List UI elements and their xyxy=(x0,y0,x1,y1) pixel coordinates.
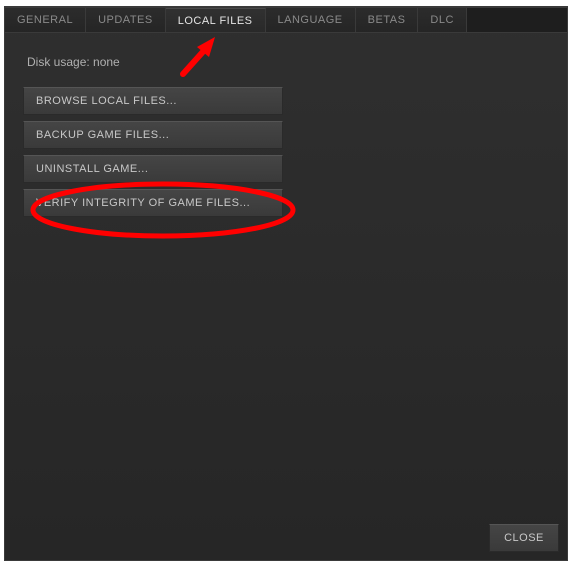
tab-dlc[interactable]: DLC xyxy=(418,8,467,32)
local-files-panel: Disk usage: none BROWSE LOCAL FILES... B… xyxy=(5,33,567,560)
tab-betas[interactable]: BETAS xyxy=(356,8,419,32)
tab-bar: GENERAL UPDATES LOCAL FILES LANGUAGE BET… xyxy=(5,7,567,33)
verify-integrity-button[interactable]: VERIFY INTEGRITY OF GAME FILES... xyxy=(23,189,283,217)
tab-spacer xyxy=(467,8,567,32)
tab-general[interactable]: GENERAL xyxy=(5,8,86,32)
footer: CLOSE xyxy=(489,524,559,552)
disk-usage-label: Disk usage: none xyxy=(23,55,549,69)
tab-updates[interactable]: UPDATES xyxy=(86,8,166,32)
backup-game-files-button[interactable]: BACKUP GAME FILES... xyxy=(23,121,283,149)
tab-language[interactable]: LANGUAGE xyxy=(266,8,356,32)
browse-local-files-button[interactable]: BROWSE LOCAL FILES... xyxy=(23,87,283,115)
properties-window: GENERAL UPDATES LOCAL FILES LANGUAGE BET… xyxy=(4,6,568,561)
close-button[interactable]: CLOSE xyxy=(489,524,559,552)
uninstall-game-button[interactable]: UNINSTALL GAME... xyxy=(23,155,283,183)
tab-local-files[interactable]: LOCAL FILES xyxy=(166,8,266,32)
